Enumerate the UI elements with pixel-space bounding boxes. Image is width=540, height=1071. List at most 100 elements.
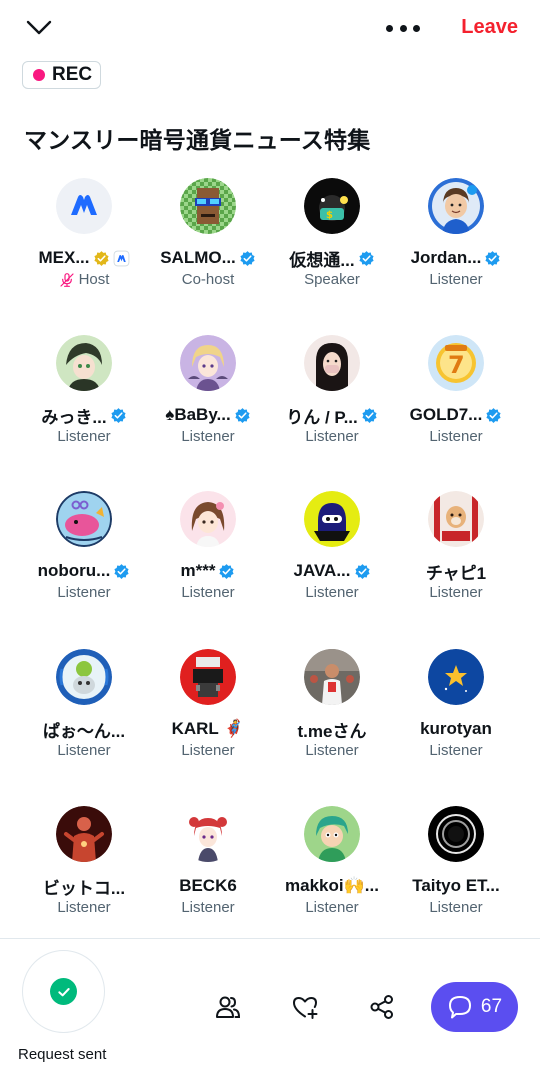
participant-role: Listener (57, 584, 111, 601)
participants-icon[interactable] (213, 992, 243, 1022)
check-icon (50, 978, 77, 1005)
participant-tile[interactable]: $ 仮想通... Speaker (270, 178, 394, 310)
participant-role: Listener (429, 584, 483, 601)
verified-gold-icon (93, 250, 109, 266)
participant-name: noboru... (37, 561, 111, 580)
participant-role: Listener (305, 742, 359, 759)
participant-tile[interactable]: りん / P... Listener (270, 335, 394, 467)
participant-name: りん / P... (286, 407, 358, 427)
participant-role: Listener (429, 271, 483, 288)
space-title: マンスリー暗号通貨ニュース特集 (24, 127, 371, 153)
avatar (428, 178, 484, 234)
avatar (56, 649, 112, 705)
avatar (180, 491, 236, 547)
participant-tile[interactable]: SALMO... Co-host (146, 178, 270, 310)
avatar (304, 806, 360, 862)
participant-name: makkoi🙌... (285, 876, 379, 895)
collapse-chevron-icon[interactable] (24, 14, 54, 42)
participant-tile[interactable]: ♠BaBy... Listener (146, 335, 270, 467)
mic-muted-icon (59, 272, 74, 287)
avatar (180, 335, 236, 391)
participant-name: ぱぉ～ん... (42, 721, 126, 741)
participant-tile[interactable]: Jordan... Listener (394, 178, 518, 310)
participant-role: Listener (181, 584, 235, 601)
avatar (304, 335, 360, 391)
avatar (56, 491, 112, 547)
participant-role: Listener (429, 742, 483, 759)
recording-dot-icon (33, 69, 45, 81)
participant-tile[interactable]: t.meさん Listener (270, 649, 394, 781)
participant-tile[interactable]: KARL 🦸 Listener (146, 649, 270, 781)
recording-label: REC (52, 64, 93, 85)
participant-tile[interactable]: チャピ1 Listener (394, 491, 518, 623)
verified-icon (486, 407, 501, 423)
participant-role: Co-host (181, 271, 235, 288)
avatar (304, 649, 360, 705)
participant-name: SALMO... (160, 248, 236, 267)
participant-name: Taityo ET... (412, 876, 500, 895)
participant-name: t.meさん (297, 721, 367, 741)
avatar (304, 491, 360, 547)
avatar: 7 (428, 335, 484, 391)
participant-name: チャピ1 (425, 563, 487, 583)
avatar (56, 806, 112, 862)
leave-button[interactable]: Leave (461, 16, 518, 39)
participant-tile[interactable]: ビットコ... Listener (22, 806, 146, 938)
participant-name: Jordan... (410, 248, 482, 267)
participant-role: Listener (57, 742, 111, 759)
verified-icon (219, 563, 235, 579)
participant-name: kurotyan (420, 719, 492, 738)
verified-icon (362, 407, 377, 423)
request-to-speak-button[interactable] (22, 950, 105, 1033)
footer-divider (0, 938, 540, 939)
participant-role: Listener (181, 742, 235, 759)
comment-icon (448, 996, 471, 1019)
participant-tile[interactable]: Taityo ET... Listener (394, 806, 518, 938)
participant-tile[interactable]: m*** Listener (146, 491, 270, 623)
participant-tile[interactable]: BECK6 Listener (146, 806, 270, 938)
avatar: $ (304, 178, 360, 234)
affiliate-mexc-icon (113, 250, 129, 266)
avatar (428, 491, 484, 547)
participant-tile[interactable]: noboru... Listener (22, 491, 146, 623)
participant-name: GOLD7... (409, 405, 483, 424)
participant-name: ♠BaBy... (165, 405, 231, 424)
reaction-heart-icon[interactable] (290, 992, 320, 1022)
verified-icon (110, 407, 126, 423)
participant-role: Speaker (304, 271, 360, 288)
participant-tile[interactable]: 7 GOLD7... Listener (394, 335, 518, 467)
participant-role: Listener (305, 899, 359, 916)
comments-button[interactable]: 67 (431, 982, 518, 1032)
participant-role: Listener (57, 428, 111, 445)
verified-icon (485, 250, 501, 266)
avatar (56, 335, 112, 391)
participant-tile[interactable]: JAVA... Listener (270, 491, 394, 623)
comments-count: 67 (480, 996, 503, 1017)
participant-name: みっき... (41, 407, 107, 427)
participant-name: 仮想通... (289, 250, 355, 270)
top-bar: Leave (0, 0, 540, 56)
participant-role: Listener (181, 428, 235, 445)
participant-tile[interactable]: kurotyan Listener (394, 649, 518, 781)
avatar (180, 806, 236, 862)
participant-role: Listener (57, 899, 111, 916)
verified-icon (235, 407, 250, 423)
participant-tile[interactable]: みっき... Listener (22, 335, 146, 467)
svg-text:7: 7 (448, 351, 465, 379)
participant-tile[interactable]: makkoi🙌... Listener (270, 806, 394, 938)
participant-name: ビットコ... (42, 878, 126, 898)
participant-name: m*** (180, 561, 216, 580)
request-status-label: Request sent (18, 1046, 107, 1063)
avatar (56, 178, 112, 234)
participant-tile[interactable]: ぱぉ～ん... Listener (22, 649, 146, 781)
participant-tile[interactable]: MEX... Host (22, 178, 146, 310)
verified-icon (358, 250, 374, 266)
more-options-icon[interactable] (386, 20, 420, 36)
participant-role: Listener (305, 428, 359, 445)
svg-text:$: $ (326, 210, 333, 221)
avatar (428, 806, 484, 862)
share-icon[interactable] (367, 992, 397, 1022)
participant-name: BECK6 (179, 876, 237, 895)
participant-name: MEX... (38, 248, 90, 267)
avatar (180, 178, 236, 234)
